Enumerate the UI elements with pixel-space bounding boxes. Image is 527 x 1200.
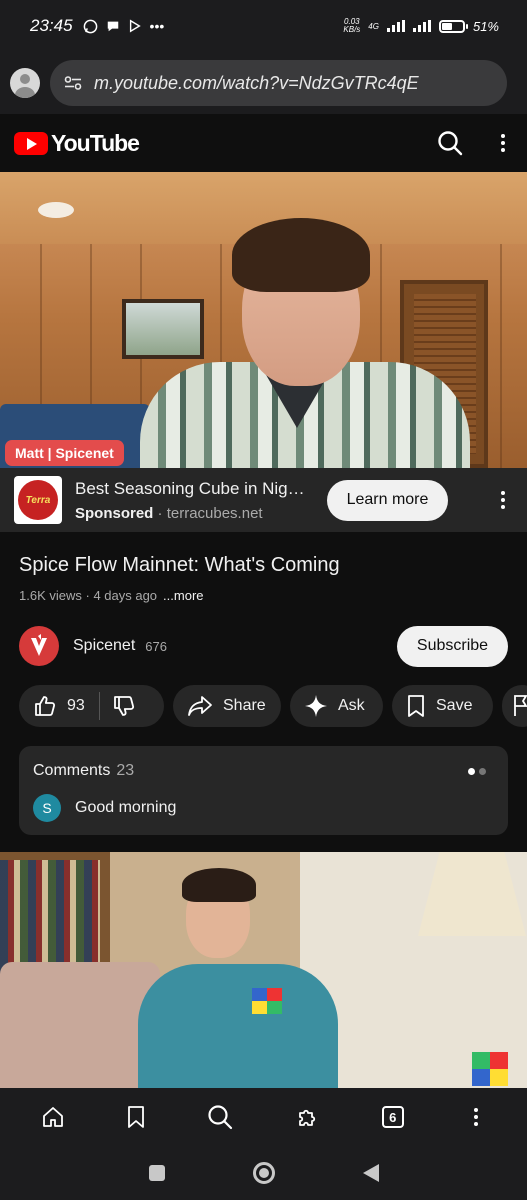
more-notifications-icon: ••• bbox=[149, 18, 165, 34]
channel-name[interactable]: Spicenet bbox=[73, 637, 135, 655]
battery-percent: 51% bbox=[472, 18, 499, 34]
spicenet-logo-icon bbox=[31, 634, 47, 656]
whatsapp-icon bbox=[83, 19, 97, 33]
comments-label: Comments bbox=[33, 762, 111, 779]
sponsored-label: Sponsored bbox=[75, 504, 154, 522]
rubiks-cube bbox=[252, 988, 282, 1014]
like-count[interactable]: 93 bbox=[67, 697, 85, 715]
ad-menu-icon[interactable] bbox=[493, 488, 513, 512]
signal-icon bbox=[386, 20, 405, 32]
like-icon[interactable] bbox=[33, 694, 57, 718]
play-store-icon bbox=[129, 19, 141, 33]
wall-painting bbox=[122, 299, 204, 359]
youtube-wordmark: YouTube bbox=[51, 129, 140, 156]
search-icon[interactable] bbox=[437, 130, 463, 156]
youtube-menu-icon[interactable] bbox=[493, 131, 513, 155]
site-settings-icon[interactable] bbox=[64, 76, 82, 90]
advertiser-logo[interactable]: Terra bbox=[14, 476, 62, 524]
youtube-logo[interactable]: YouTube bbox=[14, 129, 140, 157]
status-right: 0.03 KB/s 4G 51% bbox=[343, 18, 499, 34]
comments-header: Comments 23 bbox=[33, 762, 494, 780]
subscriber-count: 676 bbox=[145, 638, 167, 654]
bookmarks-icon[interactable] bbox=[127, 1105, 145, 1129]
youtube-header: YouTube bbox=[0, 114, 527, 172]
share-icon bbox=[188, 696, 212, 716]
back-button[interactable] bbox=[362, 1164, 379, 1182]
ask-button[interactable]: Ask bbox=[290, 685, 383, 727]
learn-more-button[interactable]: Learn more bbox=[327, 479, 448, 521]
status-bar: 23:45 ••• 0.03 KB/s 4G 51% bbox=[0, 0, 527, 52]
home-button[interactable] bbox=[252, 1162, 275, 1184]
flag-icon bbox=[514, 695, 527, 716]
comment-text: Good morning bbox=[75, 799, 177, 816]
notification-icons: ••• bbox=[83, 18, 165, 34]
rubiks-cube-table bbox=[472, 1052, 508, 1086]
ad-subline: Sponsored · terracubes.net bbox=[75, 504, 263, 522]
view-count: 1.6K views bbox=[19, 588, 82, 603]
chat-icon bbox=[107, 21, 118, 32]
share-button[interactable]: Share bbox=[173, 685, 281, 727]
home-icon[interactable] bbox=[41, 1105, 65, 1129]
youtube-play-icon bbox=[14, 131, 48, 155]
recents-button[interactable] bbox=[148, 1165, 165, 1181]
comments-card[interactable]: Comments 23 S Good morning bbox=[19, 746, 508, 835]
sparkle-icon bbox=[305, 695, 327, 717]
sponsored-ad[interactable]: Terra Best Seasoning Cube in Nigeria Spo… bbox=[0, 468, 527, 532]
comment-preview[interactable]: S Good morning bbox=[33, 794, 494, 822]
browser-bottom-bar: 6 bbox=[0, 1088, 527, 1146]
next-video-thumbnail[interactable] bbox=[0, 852, 527, 1088]
address-bar[interactable]: m.youtube.com/watch?v=NdzGvTRc4qE bbox=[50, 60, 507, 106]
search-icon[interactable] bbox=[207, 1104, 233, 1130]
battery-icon bbox=[438, 19, 468, 33]
net-speed: 0.03 KB/s bbox=[343, 17, 361, 34]
browser-toolbar: m.youtube.com/watch?v=NdzGvTRc4qE bbox=[0, 52, 527, 114]
comments-count: 23 bbox=[116, 762, 135, 779]
carousel-dots bbox=[468, 767, 486, 775]
subscribe-button[interactable]: Subscribe bbox=[397, 625, 508, 667]
sofa bbox=[0, 962, 160, 1088]
channel-avatar[interactable] bbox=[19, 626, 59, 666]
dislike-icon[interactable] bbox=[112, 694, 136, 718]
bookmark-icon bbox=[408, 695, 424, 717]
save-label: Save bbox=[436, 697, 473, 714]
video-title[interactable]: Spice Flow Mainnet: What's Coming bbox=[19, 554, 340, 577]
advertiser-logo-text: Terra bbox=[18, 480, 58, 520]
channel-row: Spicenet 676 Subscribe bbox=[19, 625, 508, 667]
like-dislike-group: 93 bbox=[19, 685, 164, 727]
url-text[interactable]: m.youtube.com/watch?v=NdzGvTRc4qE bbox=[94, 73, 419, 94]
action-bar: 93 Share Ask Save bbox=[19, 685, 527, 727]
tab-switcher-icon[interactable]: 6 bbox=[381, 1106, 404, 1128]
speaker-name-tag: Matt | Spicenet bbox=[5, 440, 124, 466]
ad-domain: terracubes.net bbox=[166, 504, 263, 522]
commenter-avatar: S bbox=[33, 794, 61, 822]
video-meta[interactable]: 1.6K views · 4 days ago ...more bbox=[19, 588, 204, 603]
ad-text[interactable]: Best Seasoning Cube in Nigeria Sponsored… bbox=[75, 479, 313, 522]
status-time: 23:45 bbox=[30, 16, 73, 35]
share-label: Share bbox=[223, 697, 266, 714]
profile-avatar[interactable] bbox=[10, 68, 40, 98]
extensions-icon[interactable] bbox=[296, 1105, 320, 1129]
video-player[interactable]: Matt | Spicenet bbox=[0, 172, 527, 468]
ask-label: Ask bbox=[338, 697, 365, 714]
more-actions-button[interactable] bbox=[502, 685, 527, 727]
network-type: 4G bbox=[368, 21, 379, 31]
save-button[interactable]: Save bbox=[392, 685, 493, 727]
signal-icon-2 bbox=[412, 20, 431, 32]
system-navigation-bar bbox=[0, 1146, 527, 1200]
more-link[interactable]: ...more bbox=[163, 588, 203, 603]
browser-menu-icon[interactable] bbox=[466, 1105, 486, 1129]
upload-age: 4 days ago bbox=[93, 588, 158, 603]
ad-title[interactable]: Best Seasoning Cube in Nigeria bbox=[75, 479, 313, 499]
